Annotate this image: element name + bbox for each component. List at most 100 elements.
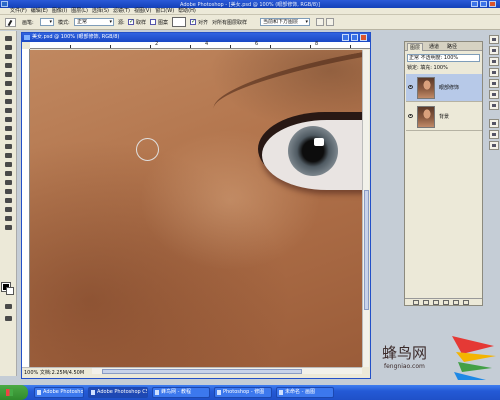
close-button[interactable] xyxy=(489,1,496,7)
menu-window[interactable]: 窗口(W) xyxy=(153,8,176,15)
tool-preset-picker[interactable] xyxy=(5,18,16,27)
fill-field[interactable]: 填充: 100% xyxy=(420,65,448,71)
actions-icon[interactable] xyxy=(489,101,499,110)
move-tool-icon[interactable] xyxy=(3,35,14,42)
visibility-eye-icon[interactable] xyxy=(408,85,413,89)
doc-close-button[interactable] xyxy=(360,34,367,41)
magic-wand-tool-icon[interactable] xyxy=(3,62,14,69)
crop-tool-icon[interactable] xyxy=(3,71,14,78)
zoom-level[interactable]: 100% xyxy=(24,370,38,376)
horizontal-ruler[interactable]: 2 4 6 8 xyxy=(30,41,370,49)
pen-tool-icon[interactable] xyxy=(3,179,14,186)
brush-tool-icon[interactable] xyxy=(3,98,14,105)
color-icon[interactable] xyxy=(489,57,499,66)
visibility-eye-icon[interactable] xyxy=(408,114,413,118)
type-tool-icon[interactable] xyxy=(3,170,14,177)
background-color[interactable] xyxy=(6,287,14,295)
doc-minimize-button[interactable] xyxy=(342,34,349,41)
notes-tool-icon[interactable] xyxy=(3,197,14,204)
menu-help[interactable]: 帮助(H) xyxy=(176,8,198,15)
menu-image[interactable]: 图像(I) xyxy=(50,8,69,15)
lasso-tool-icon[interactable] xyxy=(3,53,14,60)
taskbar-item[interactable]: Adobe Photoshop xyxy=(34,387,84,398)
navigator-icon[interactable] xyxy=(489,35,499,44)
menu-edit[interactable]: 编辑(E) xyxy=(29,8,50,15)
layers-icon[interactable] xyxy=(489,119,499,128)
info-icon[interactable] xyxy=(489,46,499,55)
blur-tool-icon[interactable] xyxy=(3,143,14,150)
layer-name[interactable]: 背景 xyxy=(439,113,449,120)
layer-row[interactable]: 背景 xyxy=(406,103,482,131)
paths-icon[interactable] xyxy=(489,141,499,150)
layer-row[interactable]: 眼部修饰 xyxy=(406,74,482,102)
eyedropper-tool-icon[interactable] xyxy=(3,206,14,213)
start-button[interactable] xyxy=(0,385,28,400)
photo-iris xyxy=(288,126,338,176)
lock-label: 锁定: xyxy=(407,65,419,71)
brush-label: 画笔: xyxy=(22,20,34,26)
doc-maximize-button[interactable] xyxy=(351,34,358,41)
aligned-checkbox[interactable] xyxy=(190,18,196,25)
blend-mode-select[interactable]: 正常 xyxy=(409,55,419,61)
airbrush-icon[interactable] xyxy=(326,18,334,26)
hand-tool-icon[interactable] xyxy=(3,215,14,222)
channels-icon[interactable] xyxy=(489,130,499,139)
vertical-ruler[interactable] xyxy=(22,49,30,367)
taskbar-item[interactable]: 未命名 - 画图 xyxy=(276,387,334,398)
zoom-tool-icon[interactable] xyxy=(3,224,14,231)
layer-name[interactable]: 眼部修饰 xyxy=(439,84,459,91)
maximize-button[interactable] xyxy=(480,1,487,7)
new-layer-icon[interactable] xyxy=(453,300,459,305)
screen-mode-icon[interactable] xyxy=(3,315,14,322)
vertical-scroll-thumb[interactable] xyxy=(364,190,369,310)
gradient-tool-icon[interactable] xyxy=(3,134,14,141)
minimize-button[interactable] xyxy=(471,1,478,7)
tab-paths[interactable]: 路径 xyxy=(445,43,459,51)
add-mask-icon[interactable] xyxy=(433,300,439,305)
history-brush-tool-icon[interactable] xyxy=(3,116,14,123)
horizontal-scroll-thumb[interactable] xyxy=(102,369,302,374)
slice-tool-icon[interactable] xyxy=(3,80,14,87)
clone-stamp-tool-icon[interactable] xyxy=(3,107,14,114)
taskbar-item[interactable]: Photoshop - 修图 xyxy=(214,387,272,398)
layer-style-icon[interactable] xyxy=(423,300,429,305)
source-sampled-radio[interactable] xyxy=(128,18,134,25)
watermark-url: fengniao.com xyxy=(384,363,425,370)
link-layers-icon[interactable] xyxy=(413,300,419,305)
source-pattern-radio[interactable] xyxy=(150,19,156,25)
sample-select[interactable]: 当前和下方图层 xyxy=(260,18,310,26)
ignore-adjustment-layers-icon[interactable] xyxy=(316,18,324,26)
taskbar: Adobe Photoshop Adobe Photoshop CS 蜂鸟网 -… xyxy=(0,385,500,400)
image-canvas[interactable] xyxy=(30,50,362,367)
menu-filter[interactable]: 滤镜(T) xyxy=(111,8,132,15)
shape-tool-icon[interactable] xyxy=(3,188,14,195)
tab-layers[interactable]: 图层 xyxy=(407,43,424,51)
styles-icon[interactable] xyxy=(489,79,499,88)
healing-brush-tool-icon[interactable] xyxy=(3,89,14,96)
history-icon[interactable] xyxy=(489,90,499,99)
taskbar-item[interactable]: 蜂鸟网 - 教程 xyxy=(152,387,210,398)
dodge-tool-icon[interactable] xyxy=(3,152,14,159)
swatches-icon[interactable] xyxy=(489,68,499,77)
layer-thumbnail xyxy=(417,77,435,99)
quick-mask-icon[interactable] xyxy=(3,303,14,310)
color-swatches[interactable] xyxy=(1,282,14,295)
taskbar-item[interactable]: Adobe Photoshop CS xyxy=(88,387,148,398)
menu-view[interactable]: 视图(V) xyxy=(132,8,153,15)
brush-picker[interactable] xyxy=(40,18,54,26)
menu-file[interactable]: 文件(F) xyxy=(8,8,29,15)
palette-dock xyxy=(488,35,499,155)
tab-channels[interactable]: 通道 xyxy=(427,43,441,51)
menu-select[interactable]: 选择(S) xyxy=(90,8,111,15)
path-selection-tool-icon[interactable] xyxy=(3,161,14,168)
mode-select[interactable]: 正常 xyxy=(74,18,114,26)
delete-layer-icon[interactable] xyxy=(463,300,469,305)
pattern-swatch[interactable] xyxy=(172,17,186,27)
new-group-icon[interactable] xyxy=(443,300,449,305)
marquee-tool-icon[interactable] xyxy=(3,44,14,51)
eraser-tool-icon[interactable] xyxy=(3,125,14,132)
menu-layer[interactable]: 图层(L) xyxy=(69,8,90,15)
vertical-scrollbar[interactable] xyxy=(362,50,369,367)
horizontal-scrollbar[interactable] xyxy=(92,367,362,374)
opacity-field[interactable]: 不透明度: 100% xyxy=(421,55,459,61)
